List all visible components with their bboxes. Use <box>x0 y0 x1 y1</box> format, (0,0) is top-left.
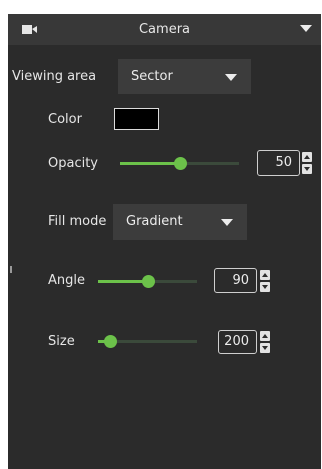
opacity-slider-thumb[interactable] <box>174 157 187 170</box>
opacity-increment-button[interactable] <box>302 152 312 162</box>
collapse-arrow-icon[interactable] <box>300 25 312 33</box>
fill-mode-dropdown[interactable]: Gradient <box>113 204 247 240</box>
chevron-down-icon <box>221 219 233 226</box>
opacity-slider-fill <box>120 162 180 165</box>
size-decrement-button[interactable] <box>260 343 270 353</box>
angle-input[interactable]: 90 <box>214 268 257 293</box>
angle-slider[interactable] <box>98 275 197 288</box>
arrow-up-icon <box>262 334 268 338</box>
opacity-decrement-button[interactable] <box>302 164 312 174</box>
angle-slider-fill <box>98 280 148 283</box>
color-swatch[interactable] <box>114 108 159 130</box>
panel-title: Camera <box>138 22 191 37</box>
arrow-down-icon <box>262 346 268 350</box>
angle-slider-thumb[interactable] <box>142 275 155 288</box>
color-label: Color <box>48 112 82 127</box>
viewing-area-label: Viewing area <box>12 69 97 84</box>
arrow-up-icon <box>304 155 310 159</box>
arrow-down-icon <box>304 167 310 171</box>
size-slider-thumb[interactable] <box>104 335 117 348</box>
chevron-down-icon <box>225 73 237 81</box>
opacity-input[interactable]: 50 <box>257 150 300 176</box>
size-increment-button[interactable] <box>260 331 270 341</box>
fill-mode-label: Fill mode <box>48 214 107 229</box>
angle-label: Angle <box>48 273 85 288</box>
resize-handle[interactable] <box>10 266 12 273</box>
viewing-area-dropdown[interactable]: Sector <box>118 59 251 94</box>
viewing-area-value: Sector <box>131 69 173 84</box>
arrow-up-icon <box>262 273 268 277</box>
arrow-down-icon <box>262 285 268 289</box>
angle-decrement-button[interactable] <box>260 282 270 292</box>
size-slider[interactable] <box>98 335 197 348</box>
opacity-slider[interactable] <box>120 157 239 170</box>
fill-mode-value: Gradient <box>126 214 183 229</box>
opacity-label: Opacity <box>48 156 99 171</box>
size-label: Size <box>48 334 75 349</box>
size-input[interactable]: 200 <box>218 330 257 354</box>
angle-increment-button[interactable] <box>260 270 270 280</box>
panel-header[interactable]: Camera <box>8 14 321 45</box>
